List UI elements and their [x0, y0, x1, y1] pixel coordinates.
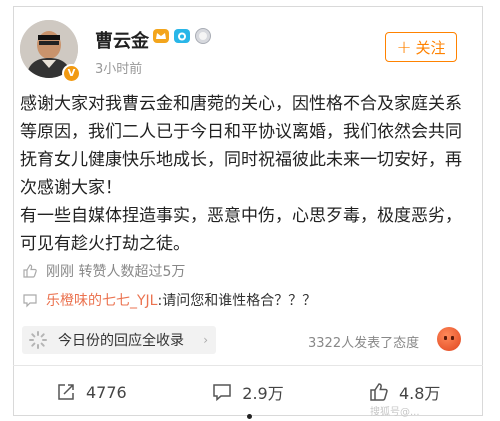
thumbs-up-outline-icon	[23, 264, 37, 278]
crown-badge-icon	[153, 29, 169, 43]
share-count: 4776	[85, 382, 127, 402]
page-indicator-dot	[247, 414, 252, 419]
post-content: 感谢大家对我曹云金和唐菀的关心，因性格不合及家庭关系等原因，我们二人已于今日和平…	[20, 90, 465, 258]
chevron-right-icon: ›	[203, 333, 208, 347]
repost-text: 刚刚 转赞人数超过5万	[46, 264, 186, 280]
comment-bubble-icon	[23, 294, 37, 308]
like-count: 4.8万	[398, 384, 441, 403]
comment-text: :请问您和谁性格合？？？	[157, 293, 317, 309]
hot-comments-label: 今日份的回应全收录	[58, 333, 184, 349]
verified-badge-icon: V	[62, 64, 81, 83]
comment-button[interactable]: 2.9万	[170, 368, 327, 416]
comment-icon	[213, 384, 232, 402]
medal-badge-icon	[195, 28, 211, 44]
share-icon	[58, 384, 74, 400]
post-time: 3小时前	[95, 62, 143, 77]
follow-button[interactable]: + 关注	[385, 32, 457, 62]
angry-emoji-icon[interactable]	[437, 327, 461, 351]
post-paragraph: 有一些自媒体捏造事实，恶意中伤，心思歹毒，极度恶劣，可见有趁火打劫之徒。	[20, 206, 462, 254]
post-paragraph: 感谢大家对我曹云金和唐菀的关心，因性格不合及家庭关系等原因，我们二人已于今日和平…	[20, 94, 462, 198]
repost-info[interactable]: 刚刚 转赞人数超过5万	[22, 261, 185, 281]
comment-user-link[interactable]: 乐橙味的七七_YJL	[46, 293, 157, 309]
thumbs-up-icon	[370, 383, 388, 401]
author-name[interactable]: 曹云金	[95, 27, 149, 53]
top-comment[interactable]: 乐橙味的七七_YJL:请问您和谁性格合？？？	[22, 290, 316, 310]
camera-badge-icon	[174, 29, 190, 43]
loading-spinner-icon	[29, 331, 47, 349]
plus-icon: +	[396, 37, 412, 58]
reaction-count[interactable]: 3322人发表了态度	[308, 332, 419, 351]
follow-label: 关注	[415, 39, 446, 57]
watermark: 搜狐号@...	[370, 407, 420, 418]
divider	[13, 365, 483, 366]
comment-count: 2.9万	[242, 384, 284, 403]
user-badges	[152, 27, 212, 45]
share-button[interactable]: 4776	[13, 368, 170, 416]
hot-comments-button[interactable]: 今日份的回应全收录 ›	[22, 326, 216, 354]
